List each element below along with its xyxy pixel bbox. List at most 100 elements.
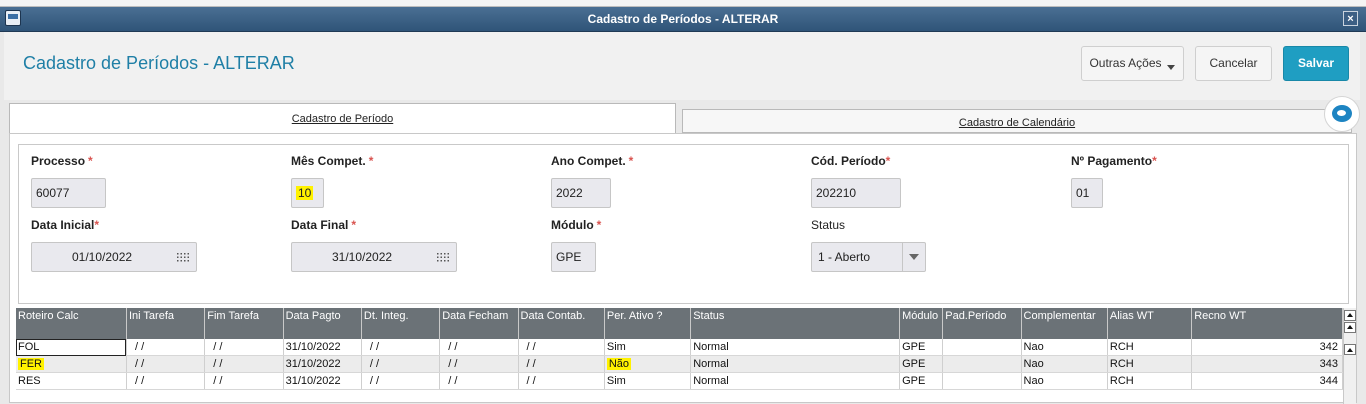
cell-dt-integ[interactable]: / / <box>361 355 441 373</box>
cod-periodo-field[interactable]: 202210 <box>811 178 901 208</box>
cell-per-ativo[interactable]: Sim <box>604 372 692 390</box>
col-header[interactable]: Complementar <box>1021 308 1108 339</box>
processo-label: Processo * <box>31 154 93 168</box>
cell-data-fecham[interactable]: / / <box>439 339 519 356</box>
col-header[interactable]: Ini Tarefa <box>126 308 206 339</box>
grid-scrollbar[interactable] <box>1343 308 1356 404</box>
cell-alias-wt[interactable]: RCH <box>1107 372 1193 390</box>
col-header[interactable]: Alias WT <box>1107 308 1193 339</box>
cell-data-pagto[interactable]: 31/10/2022 <box>283 339 362 356</box>
n-pagamento-field[interactable]: 01 <box>1071 178 1103 208</box>
data-final-value: 31/10/2022 <box>332 250 393 264</box>
data-final-label: Data Final * <box>291 218 357 232</box>
cell-ini-tarefa[interactable]: / / <box>126 355 206 373</box>
scroll-page-up-icon[interactable] <box>1344 322 1356 333</box>
cell-roteiro[interactable]: RES <box>16 372 127 390</box>
cell-data-pagto[interactable]: 31/10/2022 <box>283 355 362 373</box>
cell-ini-tarefa[interactable]: / / <box>126 372 206 390</box>
mes-compet-value: 10 <box>296 186 314 200</box>
cell-data-pagto[interactable]: 31/10/2022 <box>283 372 362 390</box>
cell-per-ativo[interactable]: Sim <box>604 339 692 356</box>
cell-dt-integ[interactable]: / / <box>361 339 441 356</box>
window-close-button[interactable]: × <box>1343 11 1358 26</box>
cell-modulo[interactable]: GPE <box>899 339 944 356</box>
cell-pad-periodo[interactable] <box>942 372 1022 390</box>
outras-acoes-button[interactable]: Outras Ações <box>1081 46 1184 81</box>
calendar-icon[interactable] <box>176 252 190 262</box>
cell-fim-tarefa[interactable]: / / <box>204 355 284 373</box>
table-row[interactable]: FOL / / / / 31/10/2022 / / / / / / Sim N… <box>16 339 1343 356</box>
scroll-up-icon[interactable] <box>1344 344 1356 355</box>
mes-compet-label: Mês Compet. * <box>291 154 374 168</box>
cell-recno-wt[interactable]: 344 <box>1191 372 1343 390</box>
cell-modulo[interactable]: GPE <box>899 355 944 373</box>
cell-complementar[interactable]: Nao <box>1021 339 1108 356</box>
data-final-field[interactable]: 31/10/2022 <box>291 242 457 272</box>
table-row[interactable]: RES / / / / 31/10/2022 / / / / / / Sim N… <box>16 372 1343 390</box>
grid-header-row: Roteiro Calc Ini Tarefa Fim Tarefa Data … <box>16 308 1343 339</box>
chat-assistant-button[interactable] <box>1324 96 1360 132</box>
page-header: Cadastro de Períodos - ALTERAR Outras Aç… <box>4 32 1360 100</box>
cell-recno-wt[interactable]: 343 <box>1191 355 1343 373</box>
cell-alias-wt[interactable]: RCH <box>1107 339 1193 356</box>
scroll-top-icon[interactable] <box>1344 310 1356 321</box>
cell-data-fecham[interactable]: / / <box>439 355 519 373</box>
col-header[interactable]: Data Fecham <box>439 308 519 339</box>
cell-data-fecham[interactable]: / / <box>439 372 519 390</box>
calendar-icon[interactable] <box>436 252 450 262</box>
tab-label: Cadastro de Calendário <box>958 117 1076 129</box>
top-strip <box>0 0 1366 7</box>
cell-recno-wt[interactable]: 342 <box>1191 339 1343 356</box>
chat-bubble-icon <box>1332 105 1352 122</box>
table-row[interactable]: FER / / / / 31/10/2022 / / / / / / Não N… <box>16 355 1343 373</box>
cell-dt-integ[interactable]: / / <box>361 372 441 390</box>
cell-status[interactable]: Normal <box>690 355 901 373</box>
col-header[interactable]: Fim Tarefa <box>204 308 284 339</box>
cancel-button[interactable]: Cancelar <box>1195 46 1272 81</box>
page-title: Cadastro de Períodos - ALTERAR <box>23 53 295 73</box>
cell-roteiro-value: FER <box>18 358 44 370</box>
cell-per-ativo[interactable]: Não <box>604 355 692 373</box>
col-header[interactable]: Data Contab. <box>518 308 605 339</box>
cell-pad-periodo[interactable] <box>942 339 1022 356</box>
cell-fim-tarefa[interactable]: / / <box>204 372 284 390</box>
col-header[interactable]: Recno WT <box>1191 308 1343 339</box>
tab-cadastro-periodo[interactable]: Cadastro de Período <box>9 103 676 133</box>
save-button[interactable]: Salvar <box>1283 46 1349 81</box>
cell-roteiro[interactable]: FER <box>16 355 127 373</box>
cell-fim-tarefa[interactable]: / / <box>204 339 284 356</box>
cell-alias-wt[interactable]: RCH <box>1107 355 1193 373</box>
col-header[interactable]: Per. Ativo ? <box>604 308 692 339</box>
cell-ini-tarefa[interactable]: / / <box>126 339 206 356</box>
cell-complementar[interactable]: Nao <box>1021 372 1108 390</box>
chevron-down-icon <box>1167 65 1175 70</box>
mes-compet-field[interactable]: 10 <box>291 178 324 208</box>
col-header[interactable]: Dt. Integ. <box>361 308 441 339</box>
cell-pad-periodo[interactable] <box>942 355 1022 373</box>
cell-data-contab[interactable]: / / <box>518 372 605 390</box>
col-header[interactable]: Módulo <box>899 308 944 339</box>
cell-roteiro[interactable]: FOL <box>16 339 127 356</box>
col-header[interactable]: Data Pagto <box>283 308 362 339</box>
modulo-field[interactable]: GPE <box>551 242 596 272</box>
ano-compet-field[interactable]: 2022 <box>551 178 611 208</box>
col-header[interactable]: Status <box>690 308 901 339</box>
form-panel: Processo * 60077 Mês Compet. * 10 Ano Comp… <box>9 133 1357 404</box>
chevron-down-icon[interactable] <box>902 243 925 271</box>
cell-status[interactable]: Normal <box>690 372 901 390</box>
form-fields-box: Processo * 60077 Mês Compet. * 10 Ano Comp… <box>18 144 1349 304</box>
data-inicial-value: 01/10/2022 <box>72 250 133 264</box>
cell-data-contab[interactable]: / / <box>518 339 605 356</box>
status-select[interactable]: 1 - Aberto <box>811 242 926 272</box>
tab-cadastro-calendario[interactable]: Cadastro de Calendário <box>682 109 1352 133</box>
cell-modulo[interactable]: GPE <box>899 372 944 390</box>
cell-data-contab[interactable]: / / <box>518 355 605 373</box>
col-header[interactable]: Pad.Período <box>942 308 1022 339</box>
status-value: 1 - Aberto <box>818 250 871 264</box>
data-inicial-field[interactable]: 01/10/2022 <box>31 242 197 272</box>
cell-complementar[interactable]: Nao <box>1021 355 1108 373</box>
col-header[interactable]: Roteiro Calc <box>16 308 127 339</box>
processo-field[interactable]: 60077 <box>31 178 106 208</box>
cod-periodo-label: Cód. Período* <box>811 154 891 168</box>
cell-status[interactable]: Normal <box>690 339 901 356</box>
